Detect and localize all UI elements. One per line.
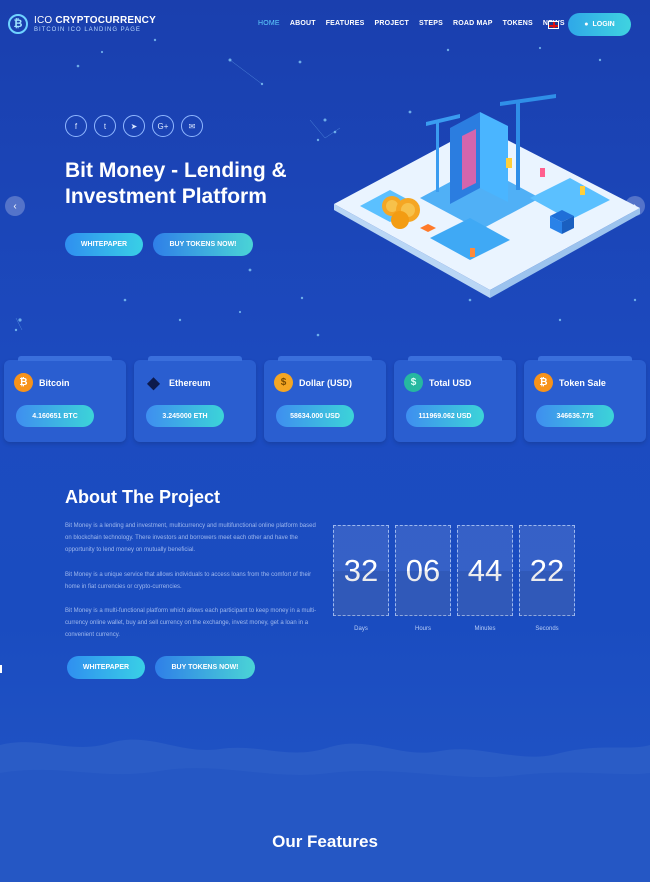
facebook-icon[interactable]: f (65, 115, 87, 137)
nav-features[interactable]: FEATURES (326, 20, 365, 27)
slider-prev-arrow-icon[interactable]: ‹ (5, 196, 25, 216)
about-paragraph-2: Bit Money is a unique service that allow… (65, 572, 312, 590)
telegram-icon[interactable]: ➤ (123, 115, 145, 137)
login-label: LOGIN (592, 21, 615, 28)
about-paragraph-1: Bit Money is a lending and investment, m… (65, 523, 316, 553)
isometric-city-illustration (334, 94, 640, 298)
logo[interactable]: ₿ ICO CRYPTOCURRENCY BITCOIN ICO LANDING… (8, 14, 156, 34)
dollar-icon: $ (274, 373, 293, 392)
coin-card-dollar: $ Dollar (USD) 58634.000 USD (264, 356, 386, 442)
ethereum-icon: ◆ (147, 374, 160, 392)
countdown-days: 32 (333, 525, 389, 616)
wave-divider (0, 739, 650, 882)
hero-buttons: WHITEPAPER BUY TOKENS NOW! (65, 233, 253, 256)
logo-subtitle: BITCOIN ICO LANDING PAGE (34, 27, 141, 33)
about-title: About The Project (65, 487, 221, 507)
hero-buy-tokens-button[interactable]: BUY TOKENS NOW! (153, 233, 253, 256)
coin-card-total-usd: $ Total USD 111969.062 USD (394, 356, 516, 442)
nav-about[interactable]: ABOUT (290, 20, 316, 27)
bitcoin-icon: ₿ (14, 373, 33, 392)
coin-value: 346636.775 (536, 405, 614, 427)
landing-page: ₿ ICO CRYPTOCURRENCY BITCOIN ICO LANDING… (0, 0, 650, 882)
nav-steps[interactable]: STEPS (419, 20, 443, 27)
about-buy-tokens-button[interactable]: BUY TOKENS NOW! (155, 656, 255, 679)
logo-title-prefix: ICO (34, 15, 53, 26)
uk-flag-icon[interactable] (548, 21, 559, 29)
twitter-icon[interactable]: t (94, 115, 116, 137)
coin-card-token-sale: ₿ Token Sale 346636.775 (524, 356, 646, 442)
countdown-timer: 32 06 44 22 (333, 525, 575, 616)
nav-road-map[interactable]: ROAD MAP (453, 20, 493, 27)
hero-whitepaper-button[interactable]: WHITEPAPER (65, 233, 143, 256)
hero-title: Bit Money - Lending & Investment Platfor… (65, 159, 287, 208)
countdown-labels: Days Hours Minutes Seconds (354, 626, 559, 632)
bitcoin-logo-icon: ₿ (8, 14, 28, 34)
google-plus-icon[interactable]: G+ (152, 115, 174, 137)
countdown-seconds: 22 (519, 525, 575, 616)
nav-home[interactable]: HOME (258, 20, 280, 27)
main-nav: HOME ABOUT FEATURES PROJECT STEPS ROAD M… (258, 20, 565, 27)
user-icon: ● (584, 21, 589, 28)
login-button[interactable]: ● LOGIN (568, 13, 631, 36)
coin-cards: ₿ Bitcoin 4.160651 BTC ◆ Ethereum 3.2450… (4, 356, 646, 442)
coin-value: 4.160651 BTC (16, 405, 94, 427)
about-buttons: WHITEPAPER BUY TOKENS NOW! (67, 656, 255, 679)
coin-value: 3.245000 ETH (146, 405, 224, 427)
countdown-minutes: 44 (457, 525, 513, 616)
coin-value: 111969.062 USD (406, 405, 484, 427)
logo-title: CRYPTOCURRENCY (55, 15, 156, 26)
social-links: f t ➤ G+ ✉ (65, 115, 203, 137)
about-whitepaper-button[interactable]: WHITEPAPER (67, 656, 145, 679)
token-sale-icon: ₿ (534, 373, 553, 392)
site-header: ₿ ICO CRYPTOCURRENCY BITCOIN ICO LANDING… (0, 0, 650, 50)
features-title: Our Features (272, 832, 378, 851)
nav-project[interactable]: PROJECT (375, 20, 409, 27)
countdown-hours: 06 (395, 525, 451, 616)
about-paragraph-3: Bit Money is a multi-functional platform… (65, 608, 317, 638)
coin-card-ethereum: ◆ Ethereum 3.245000 ETH (134, 356, 256, 442)
scroll-marker (0, 665, 2, 673)
coin-value: 58634.000 USD (276, 405, 354, 427)
nav-tokens[interactable]: TOKENS (503, 20, 533, 27)
mail-icon[interactable]: ✉ (181, 115, 203, 137)
coin-card-bitcoin: ₿ Bitcoin 4.160651 BTC (4, 356, 126, 442)
total-usd-icon: $ (404, 373, 423, 392)
